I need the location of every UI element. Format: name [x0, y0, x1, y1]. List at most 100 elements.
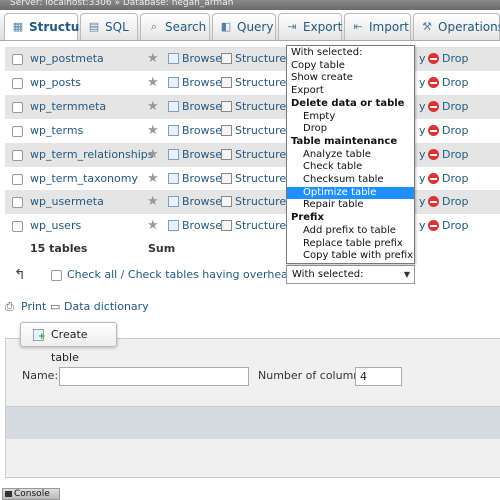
tab-search[interactable]: ⌕ Search	[140, 13, 210, 40]
tab-operations[interactable]: ⚒ Operations	[413, 13, 500, 40]
row-checkbox[interactable]	[12, 150, 23, 161]
dropdown-option[interactable]: Drop	[287, 123, 414, 136]
browse-link[interactable]: Browse	[182, 143, 222, 167]
drop-link[interactable]: Drop	[442, 167, 468, 191]
dropdown-option[interactable]: Copy table	[287, 60, 414, 73]
browse-icon	[168, 220, 179, 231]
dropdown-option[interactable]: With selected:	[287, 47, 414, 60]
structure-link[interactable]: Structure	[235, 214, 286, 238]
browse-link[interactable]: Browse	[182, 47, 222, 71]
create-table-footer	[6, 406, 500, 439]
drop-link[interactable]: Drop	[442, 47, 468, 71]
dropdown-option[interactable]: Show create	[287, 72, 414, 85]
table-row: wp_term_relationships ★ Browse Structure y Dr…	[5, 143, 500, 167]
table-row: wp_users ★ Browse Structure y Drop	[5, 214, 500, 238]
columns-input[interactable]	[355, 367, 402, 386]
check-all-checkbox[interactable]	[51, 270, 62, 281]
structure-link[interactable]: Structure	[235, 119, 286, 143]
row-checkbox[interactable]	[12, 221, 23, 232]
print-link[interactable]: Print	[21, 298, 46, 316]
browse-link[interactable]: Browse	[182, 95, 222, 119]
empty-link-partial[interactable]: y	[419, 119, 426, 143]
structure-link[interactable]: Structure	[235, 190, 286, 214]
dropdown-option[interactable]: Analyze table	[287, 149, 414, 162]
database-link[interactable]: Database: negan_arman	[123, 0, 234, 8]
dropdown-option[interactable]: Repair table	[287, 199, 414, 212]
structure-link[interactable]: Structure	[235, 143, 286, 167]
table-name-link[interactable]: wp_term_taxonomy	[30, 167, 138, 191]
table-name-link[interactable]: wp_usermeta	[30, 190, 104, 214]
tab-sql[interactable]: ▤ SQL	[80, 13, 138, 40]
tab-query[interactable]: ◧ Query	[212, 13, 276, 40]
dropdown-option[interactable]: Checksum table	[287, 174, 414, 187]
import-icon: ⇤	[353, 20, 363, 33]
dropdown-option[interactable]: Empty	[287, 111, 414, 124]
empty-link-partial[interactable]: y	[419, 190, 426, 214]
add-table-icon	[33, 329, 46, 342]
data-dictionary-link[interactable]: Data dictionary	[64, 298, 149, 316]
drop-link[interactable]: Drop	[442, 143, 468, 167]
empty-link-partial[interactable]: y	[419, 47, 426, 71]
dropdown-option[interactable]: Add prefix to table	[287, 225, 414, 238]
structure-link[interactable]: Structure	[235, 95, 286, 119]
row-checkbox[interactable]	[12, 197, 23, 208]
drop-link[interactable]: Drop	[442, 71, 468, 95]
with-selected-value: With selected:	[292, 269, 364, 280]
star-icon[interactable]: ★	[147, 143, 159, 167]
browse-link[interactable]: Browse	[182, 167, 222, 191]
row-checkbox[interactable]	[12, 126, 23, 137]
with-selected-select[interactable]: With selected: ▼	[286, 265, 415, 284]
browse-icon	[168, 53, 179, 64]
star-icon[interactable]: ★	[147, 95, 159, 119]
star-icon[interactable]: ★	[147, 119, 159, 143]
empty-link-partial[interactable]: y	[419, 95, 426, 119]
tab-export[interactable]: ⇥ Export	[278, 13, 342, 40]
structure-link[interactable]: Structure	[235, 167, 286, 191]
drop-link[interactable]: Drop	[442, 190, 468, 214]
table-name-link[interactable]: wp_termmeta	[30, 95, 106, 119]
tab-structure[interactable]: ▦ Structure	[4, 13, 93, 40]
browse-link[interactable]: Browse	[182, 119, 222, 143]
table-name-link[interactable]: wp_terms	[30, 119, 83, 143]
dropdown-option[interactable]: Check table	[287, 161, 414, 174]
server-link[interactable]: Server: localhost:3306	[10, 0, 112, 8]
row-checkbox[interactable]	[12, 174, 23, 185]
dropdown-option[interactable]: Replace table prefix	[287, 238, 414, 251]
structure-link[interactable]: Structure	[235, 71, 286, 95]
browse-link[interactable]: Browse	[182, 214, 222, 238]
table-name-link[interactable]: wp_posts	[30, 71, 81, 95]
tab-import-label: Import	[369, 20, 409, 34]
star-icon[interactable]: ★	[147, 190, 159, 214]
dropdown-option[interactable]: Optimize table	[287, 186, 414, 200]
create-table-button[interactable]: Create table	[20, 322, 117, 364]
table-name-link[interactable]: wp_users	[30, 214, 81, 238]
empty-link-partial[interactable]: y	[419, 71, 426, 95]
star-icon[interactable]: ★	[147, 47, 159, 71]
console-button[interactable]: Console	[2, 488, 60, 500]
drop-link[interactable]: Drop	[442, 214, 468, 238]
browse-link[interactable]: Browse	[182, 71, 222, 95]
table-name-link[interactable]: wp_postmeta	[30, 47, 104, 71]
dropdown-option[interactable]: Copy table with prefix	[287, 250, 414, 263]
create-table-panel	[5, 338, 500, 478]
tab-import[interactable]: ⇤ Import	[344, 13, 411, 40]
empty-link-partial[interactable]: y	[419, 143, 426, 167]
drop-link[interactable]: Drop	[442, 119, 468, 143]
drop-link[interactable]: Drop	[442, 95, 468, 119]
row-checkbox[interactable]	[12, 102, 23, 113]
structure-link[interactable]: Structure	[235, 47, 286, 71]
table-name-link[interactable]: wp_term_relationships	[30, 143, 154, 167]
browse-link[interactable]: Browse	[182, 190, 222, 214]
empty-link-partial[interactable]: y	[419, 214, 426, 238]
star-icon[interactable]: ★	[147, 167, 159, 191]
star-icon[interactable]: ★	[147, 71, 159, 95]
dropdown-option[interactable]: Export	[287, 85, 414, 98]
empty-link-partial[interactable]: y	[419, 167, 426, 191]
table-name-input[interactable]	[59, 367, 249, 386]
sum-label: Sum	[148, 242, 176, 255]
star-icon[interactable]: ★	[147, 214, 159, 238]
table-row: wp_termmeta ★ Browse Structure y Drop	[5, 95, 500, 119]
check-all-label[interactable]: Check all / Check tables having overhead	[67, 264, 295, 286]
row-checkbox[interactable]	[12, 78, 23, 89]
row-checkbox[interactable]	[12, 54, 23, 65]
